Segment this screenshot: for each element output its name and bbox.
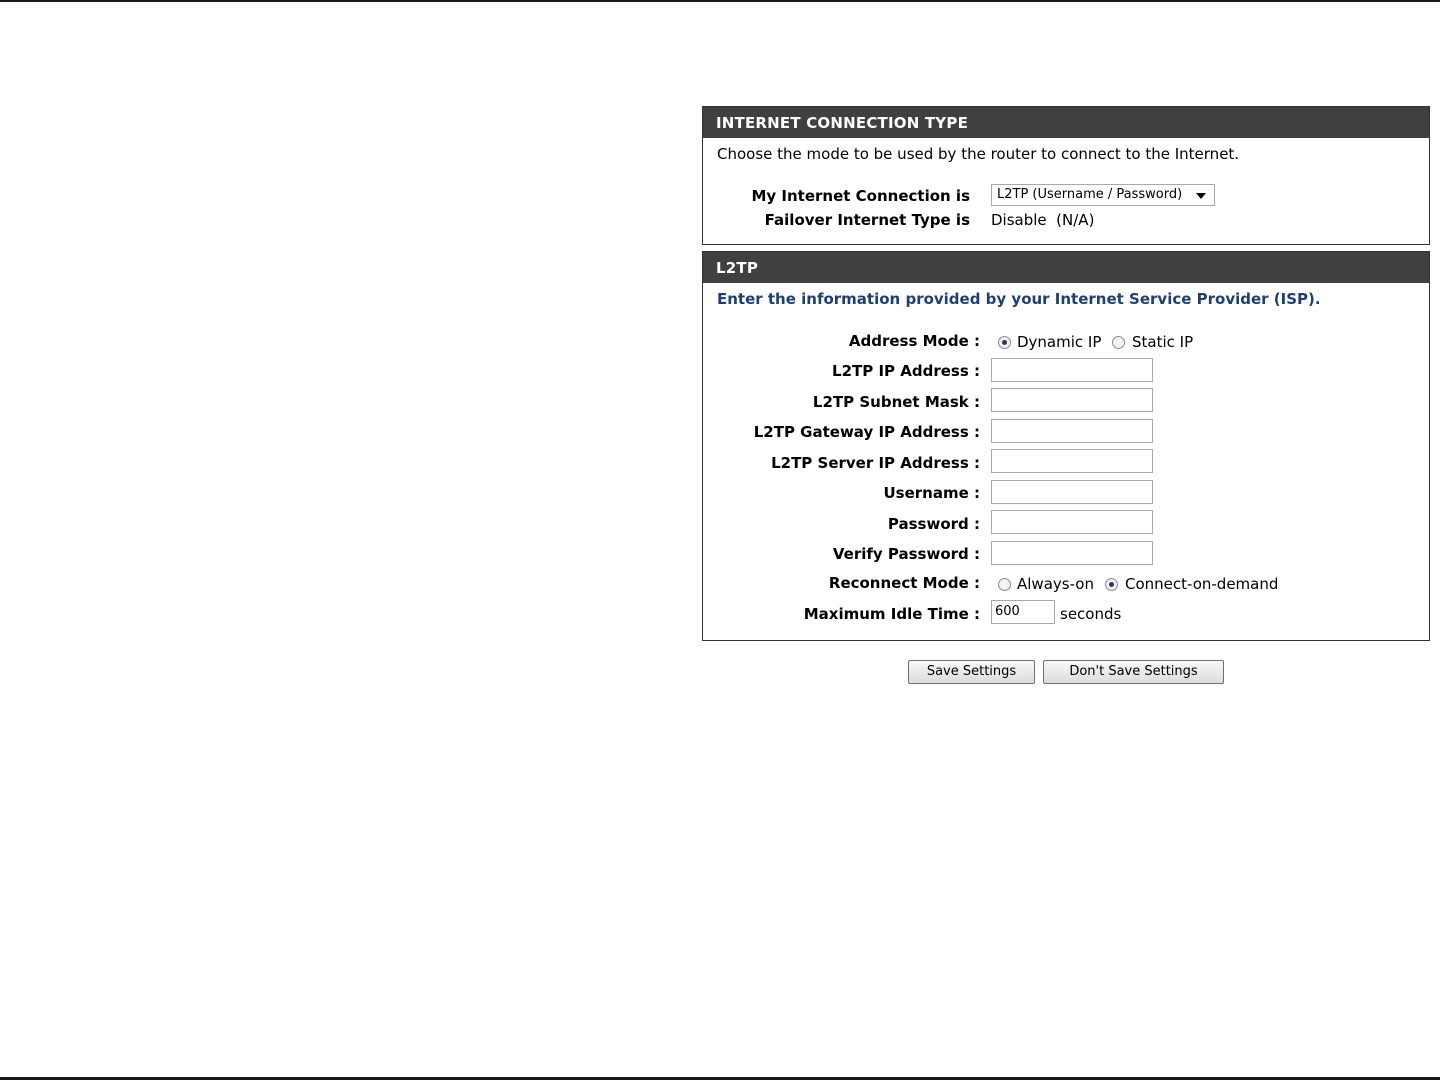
password-label: Password : — [887, 515, 980, 533]
max-idle-time-input[interactable]: 600 — [991, 600, 1055, 624]
verify-password-input[interactable] — [991, 541, 1153, 565]
save-settings-button[interactable]: Save Settings — [908, 660, 1035, 684]
max-idle-time-label: Maximum Idle Time : — [803, 605, 980, 623]
bottom-rule — [0, 1077, 1440, 1080]
l2tp-server-ip-label: L2TP Server IP Address : — [771, 454, 980, 472]
l2tp-gateway-ip-input[interactable] — [991, 419, 1153, 443]
address-mode-label: Address Mode : — [848, 332, 980, 350]
l2tp-section: L2TP Enter the information provided by y… — [702, 251, 1430, 641]
failover-label: Failover Internet Type is — [764, 211, 970, 229]
l2tp-server-ip-input[interactable] — [991, 449, 1153, 473]
dynamic-ip-label: Dynamic IP — [1017, 333, 1102, 351]
static-ip-radio[interactable] — [1112, 336, 1125, 349]
username-input[interactable] — [991, 480, 1153, 504]
username-label: Username : — [883, 484, 980, 502]
always-on-radio[interactable] — [998, 578, 1011, 591]
connect-on-demand-label: Connect-on-demand — [1125, 575, 1279, 593]
connection-type-intro: Choose the mode to be used by the router… — [717, 145, 1240, 163]
verify-password-label: Verify Password : — [832, 545, 980, 563]
l2tp-subnet-mask-input[interactable] — [991, 388, 1153, 412]
dynamic-ip-radio[interactable] — [998, 336, 1011, 349]
internet-connection-type-section: INTERNET CONNECTION TYPE Choose the mode… — [702, 106, 1430, 245]
connection-type-value: L2TP (Username / Password) — [997, 187, 1183, 202]
connect-on-demand-radio[interactable] — [1105, 578, 1118, 591]
l2tp-ip-address-label: L2TP IP Address : — [832, 362, 980, 380]
static-ip-label: Static IP — [1132, 333, 1194, 351]
failover-value: Disable (N/A) — [991, 211, 1095, 229]
connection-type-select[interactable]: L2TP (Username / Password) — [991, 184, 1215, 206]
dont-save-settings-button[interactable]: Don't Save Settings — [1043, 660, 1224, 684]
reconnect-mode-label: Reconnect Mode : — [828, 574, 980, 592]
always-on-label: Always-on — [1017, 575, 1094, 593]
chevron-down-icon — [1196, 193, 1206, 199]
l2tp-gateway-ip-label: L2TP Gateway IP Address : — [753, 423, 980, 441]
password-input[interactable] — [991, 510, 1153, 534]
section-header-l2tp: L2TP — [703, 252, 1429, 283]
l2tp-intro: Enter the information provided by your I… — [717, 290, 1321, 308]
idle-time-unit: seconds — [1060, 605, 1122, 623]
section-header-connection-type: INTERNET CONNECTION TYPE — [703, 107, 1429, 138]
l2tp-subnet-mask-label: L2TP Subnet Mask : — [812, 393, 980, 411]
top-rule — [0, 0, 1440, 2]
l2tp-ip-address-input[interactable] — [991, 358, 1153, 382]
connection-label: My Internet Connection is — [751, 187, 971, 205]
